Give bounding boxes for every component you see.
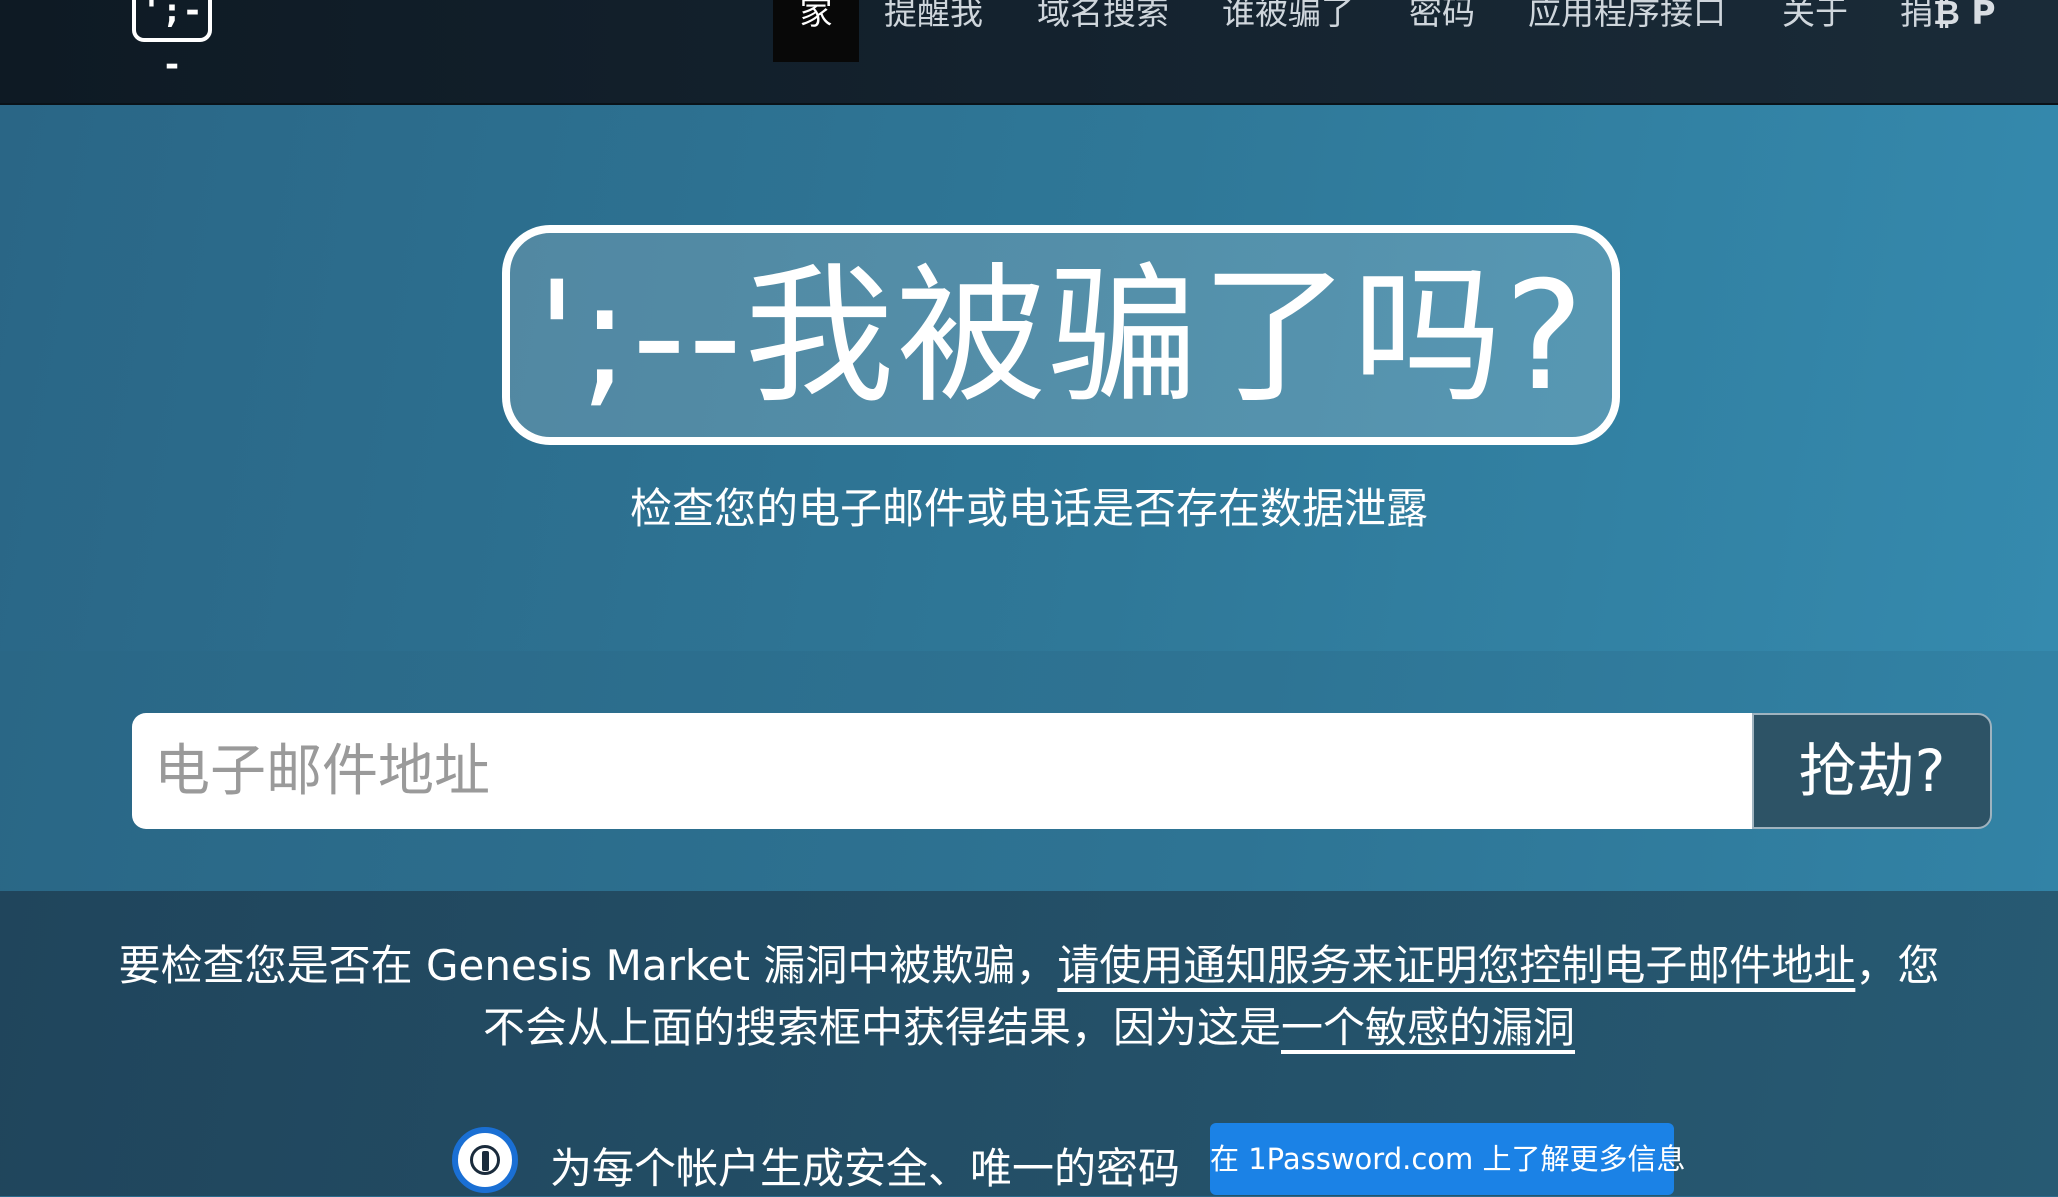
nav-item-api[interactable]: 应用程序接口 (1528, 0, 1726, 62)
page-title: ';--我被骗了吗? (536, 250, 1586, 424)
promo-banner: 为每个帐户生成安全、唯一的密码 在 1Password.com 上了解更多信息 (0, 1123, 2058, 1197)
notice-section: 要检查您是否在 Genesis Market 漏洞中被欺骗，请使用通知服务来证明… (0, 891, 2058, 1196)
1password-learn-more-button[interactable]: 在 1Password.com 上了解更多信息 (1210, 1123, 1686, 1195)
search-button[interactable]: 抢劫? (1752, 713, 1992, 829)
nav-item-who-pwned[interactable]: 谁被骗了 (1222, 0, 1354, 62)
title-box: ';--我被骗了吗? (502, 225, 1620, 445)
logo[interactable]: ';-- (132, 0, 212, 85)
notice-text-before: 要检查您是否在 Genesis Market 漏洞中被欺骗， (118, 941, 1058, 990)
promo-text: 为每个帐户生成安全、唯一的密码 (550, 1144, 1181, 1193)
notice-text: 要检查您是否在 Genesis Market 漏洞中被欺骗，请使用通知服务来证明… (110, 935, 1948, 1059)
1password-icon (452, 1127, 518, 1193)
notify-service-link[interactable]: 请使用通知服务来证明您控制电子邮件地址 (1057, 941, 1855, 990)
navbar: ';-- 家 提醒我 域名搜索 谁被骗了 密码 应用程序接口 关于 捐₿ P (0, 0, 2058, 105)
nav-item-donate-label: 捐 (1900, 0, 1933, 32)
nav-item-about[interactable]: 关于 (1782, 0, 1848, 62)
nav-item-notify[interactable]: 提醒我 (884, 0, 983, 62)
bitcoin-paypal-icon: ₿ P (1933, 0, 1996, 32)
hero: ';--我被骗了吗? 检查您的电子邮件或电话是否存在数据泄露 (0, 105, 2058, 651)
page-subtitle: 检查您的电子邮件或电话是否存在数据泄露 (629, 484, 1428, 533)
nav-item-domain-search[interactable]: 域名搜索 (1037, 0, 1169, 62)
nav-item-passwords[interactable]: 密码 (1409, 0, 1475, 62)
nav-item-donate[interactable]: 捐₿ P (1900, 0, 1996, 62)
email-search-input[interactable] (132, 713, 1754, 829)
search-section: 抢劫? (0, 651, 2058, 891)
nav-item-home[interactable]: 家 (773, 0, 859, 62)
sensitive-breach-link[interactable]: 一个敏感的漏洞 (1281, 1003, 1575, 1052)
